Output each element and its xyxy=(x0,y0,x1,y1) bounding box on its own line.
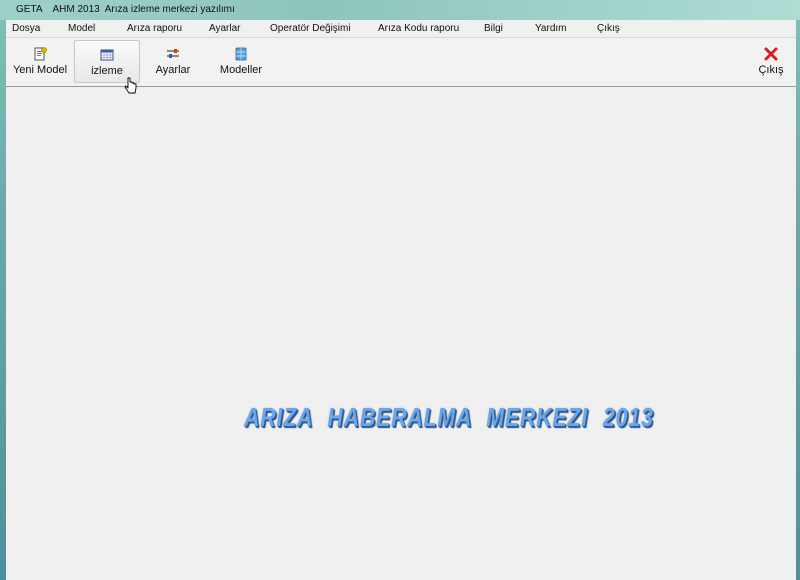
hand-pointer-icon xyxy=(124,77,137,94)
menu-model[interactable]: Model xyxy=(68,23,95,34)
menu-yardim[interactable]: Yardım xyxy=(535,23,567,34)
menu-ayarlar[interactable]: Ayarlar xyxy=(209,23,241,34)
close-x-icon xyxy=(764,47,778,61)
settings-label: Ayarlar xyxy=(155,64,191,76)
models-label: Modeller xyxy=(219,64,263,76)
main-content xyxy=(6,87,796,580)
new-model-button[interactable]: Yeni Model xyxy=(10,40,70,83)
new-model-label: Yeni Model xyxy=(12,64,68,76)
menu-dosya[interactable]: Dosya xyxy=(12,23,40,34)
menu-ariza-raporu[interactable]: Arıza raporu xyxy=(127,23,182,34)
menu-ariza-kodu-raporu[interactable]: Arıza Kodu raporu xyxy=(378,23,459,34)
banner-title: ARIZA HABERALMA MERKEZI 2013 xyxy=(244,402,654,432)
sliders-icon xyxy=(167,49,179,58)
exit-button[interactable]: Çıkış xyxy=(754,40,788,83)
monitor-label: izleme xyxy=(91,65,123,77)
exit-label: Çıkış xyxy=(758,64,784,76)
menu-bar: Dosya Model Arıza raporu Ayarlar Operatö… xyxy=(6,20,796,38)
window-title: GETA AHM 2013 Arıza izleme merkezi yazıl… xyxy=(16,4,235,15)
settings-button[interactable]: Ayarlar xyxy=(146,40,200,83)
menu-bilgi[interactable]: Bilgi xyxy=(484,23,503,34)
menu-operator-degisimi[interactable]: Operatör Değişimi xyxy=(270,23,351,34)
menu-cikis[interactable]: Çıkış xyxy=(597,23,620,34)
database-icon xyxy=(235,47,247,61)
calendar-grid-icon xyxy=(100,49,114,61)
new-model-icon xyxy=(34,47,47,61)
models-button[interactable]: Modeller xyxy=(211,40,271,83)
title-bar[interactable]: GETA AHM 2013 Arıza izleme merkezi yazıl… xyxy=(0,0,800,20)
app-window: GETA AHM 2013 Arıza izleme merkezi yazıl… xyxy=(0,0,800,580)
